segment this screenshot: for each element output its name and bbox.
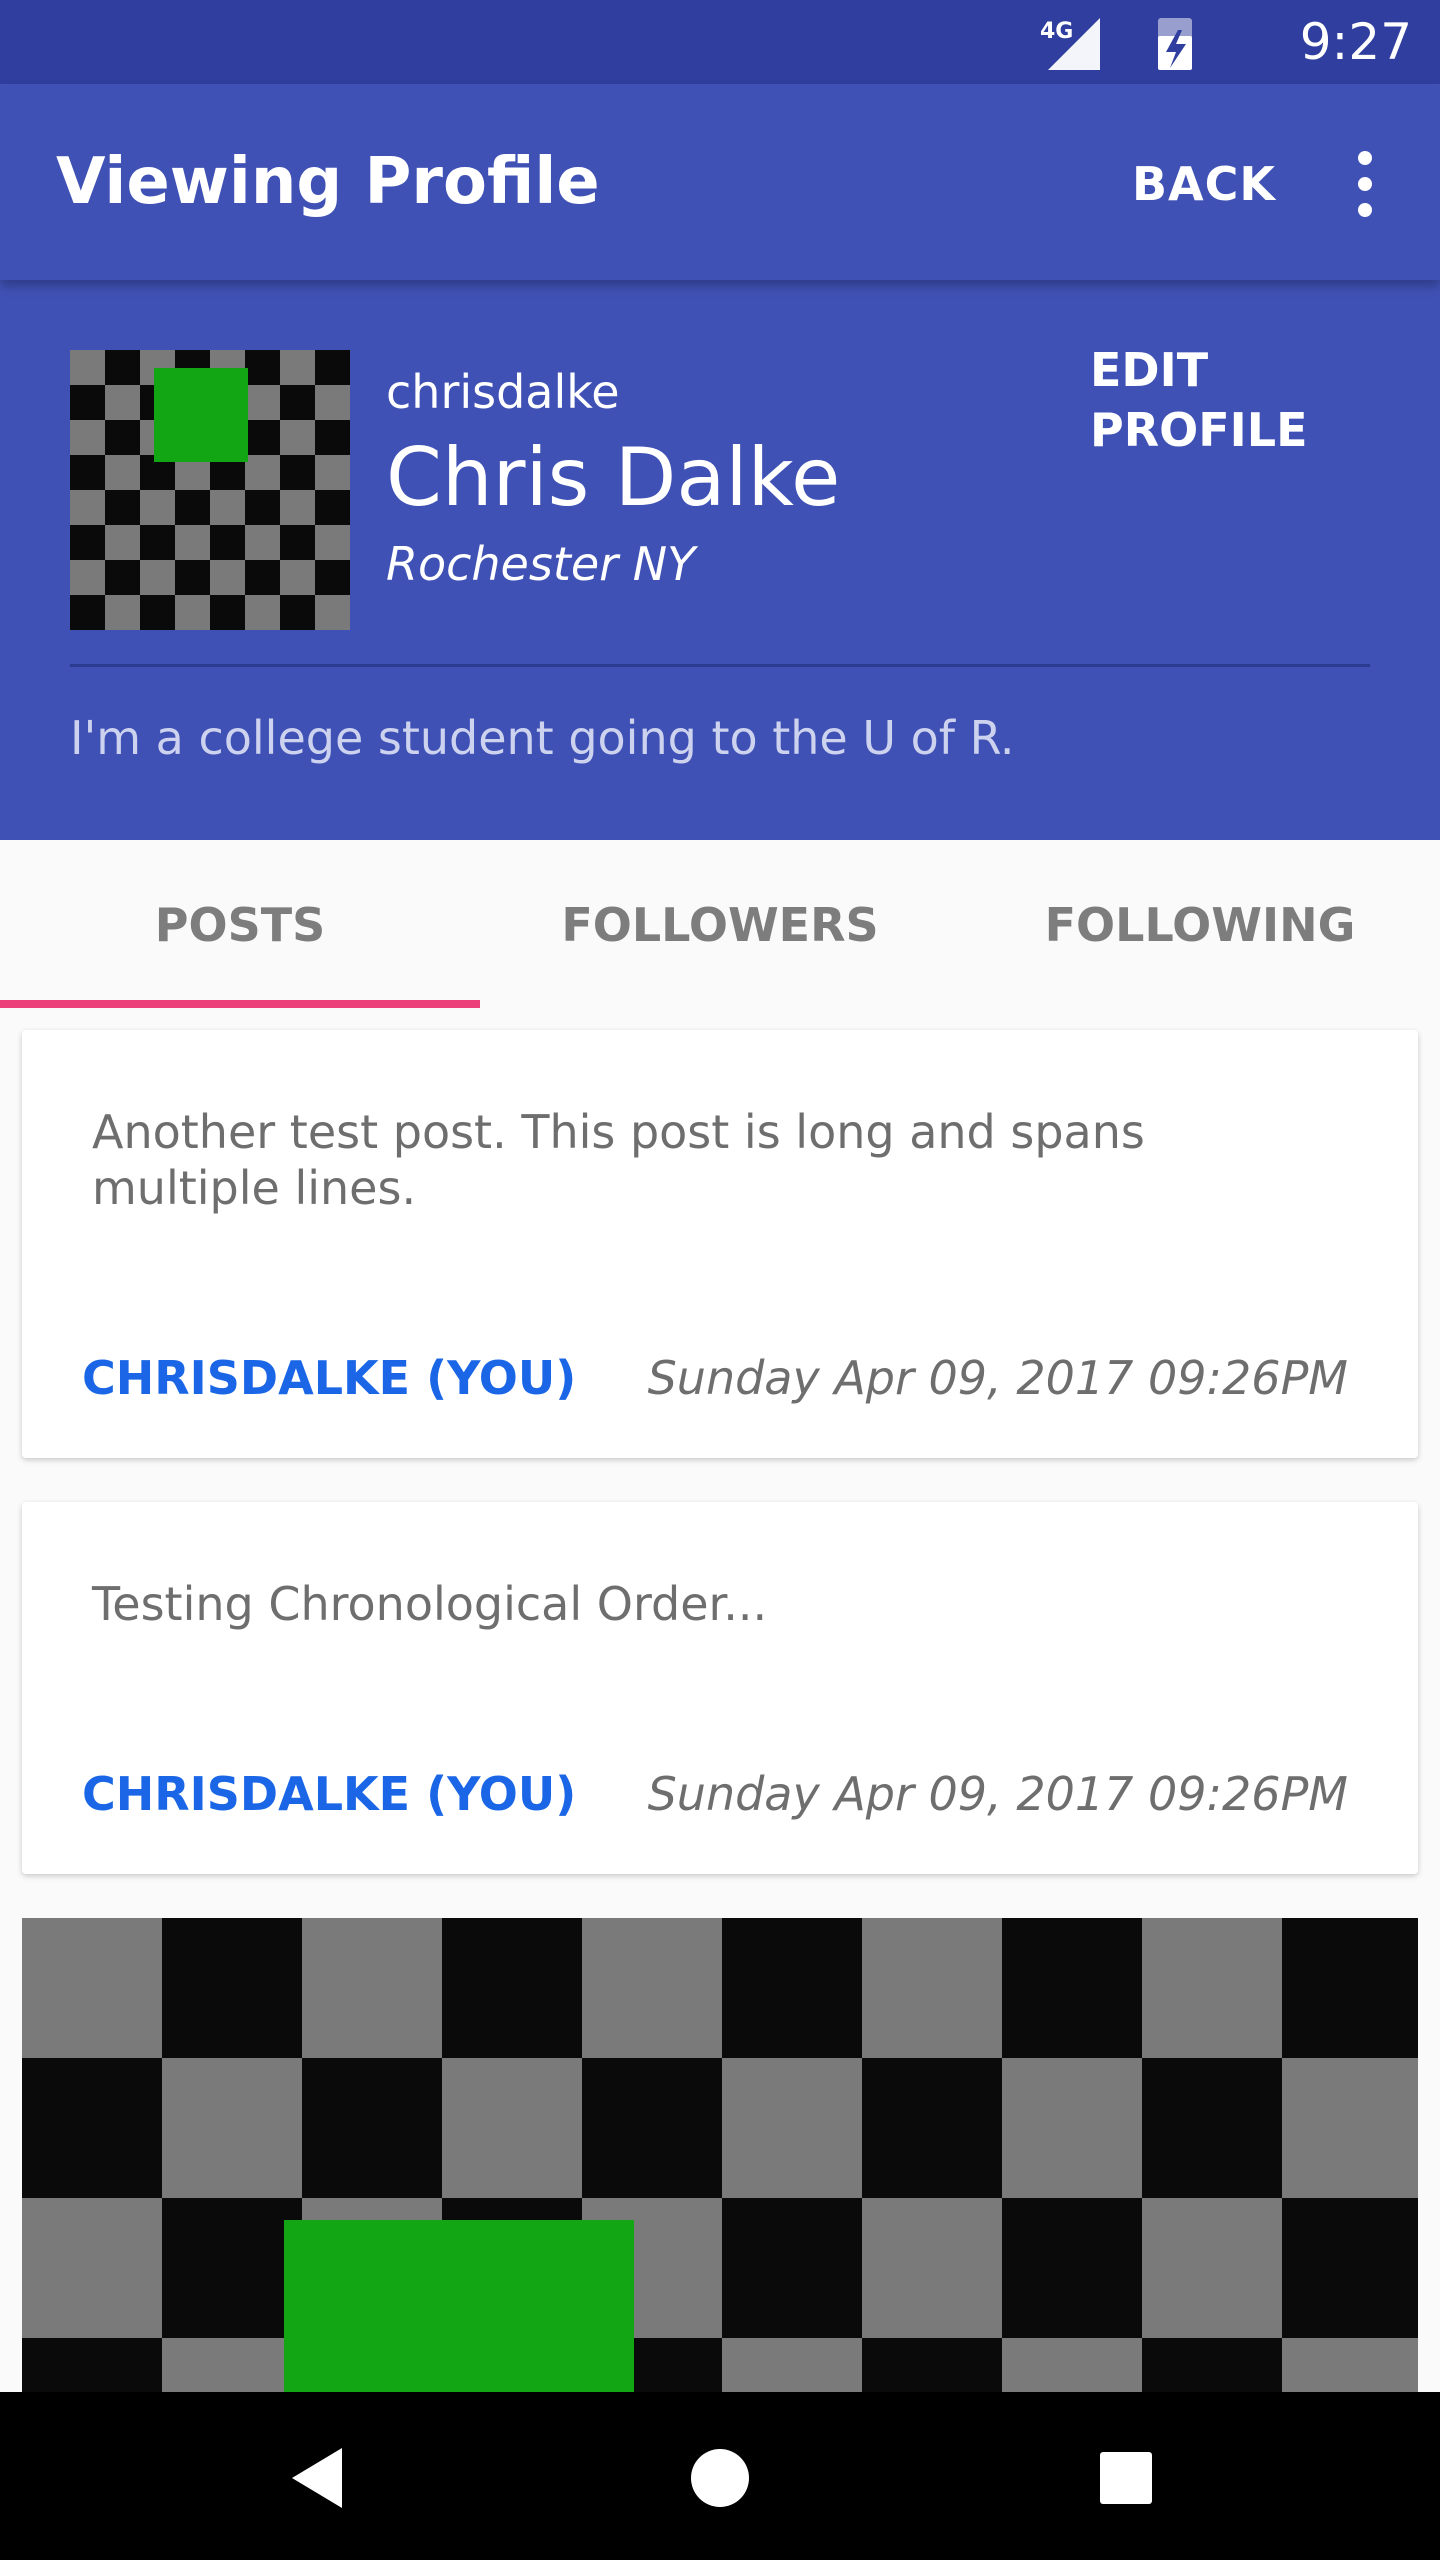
system-nav-bar [0, 2392, 1440, 2560]
post-text: Testing Chronological Order... [92, 1577, 768, 1631]
post-text: Another test post. This post is long and… [92, 1105, 1145, 1215]
tab-following[interactable]: FOLLOWING [960, 890, 1440, 960]
page-title: Viewing Profile [56, 145, 600, 219]
post-image[interactable] [22, 1918, 1418, 2392]
post-date: Sunday Apr 09, 2017 09:26PM [647, 1351, 1348, 1405]
clock: 9:27 [1299, 13, 1412, 71]
divider [70, 664, 1370, 667]
tab-followers[interactable]: FOLLOWERS [480, 890, 960, 960]
profile-header: chrisdalke Chris Dalke Rochester NY EDIT… [0, 280, 1440, 840]
profile-name: Chris Dalke [386, 431, 841, 524]
post-author-link[interactable]: CHRISDALKE (YOU) [82, 1348, 576, 1408]
app-bar: Viewing Profile BACK [0, 84, 1440, 280]
network-type-label: 4G [1040, 19, 1073, 44]
nav-recents-icon[interactable] [1076, 2392, 1176, 2560]
profile-username: chrisdalke [386, 365, 620, 419]
back-button[interactable]: BACK [1132, 154, 1276, 214]
tab-bar: POSTS FOLLOWERS FOLLOWING [0, 840, 1440, 1008]
profile-bio: I'm a college student going to the U of … [70, 711, 1015, 765]
post-author-link[interactable]: CHRISDALKE (YOU) [82, 1764, 576, 1824]
post-date: Sunday Apr 09, 2017 09:26PM [647, 1767, 1348, 1821]
tab-indicator [0, 1000, 480, 1008]
avatar [70, 350, 350, 630]
tab-posts[interactable]: POSTS [0, 890, 480, 960]
status-bar: 4G 9:27 [0, 0, 1440, 84]
profile-location: Rochester NY [386, 537, 696, 591]
nav-back-icon[interactable] [270, 2392, 370, 2560]
nav-home-icon[interactable] [670, 2392, 770, 2560]
post-card[interactable]: Testing Chronological Order... CHRISDALK… [22, 1502, 1418, 1874]
more-vert-icon[interactable] [1330, 144, 1400, 224]
edit-profile-button[interactable]: EDIT PROFILE [1090, 340, 1440, 460]
post-card[interactable]: Another test post. This post is long and… [22, 1030, 1418, 1458]
status-icons: 4G [1040, 18, 1192, 70]
